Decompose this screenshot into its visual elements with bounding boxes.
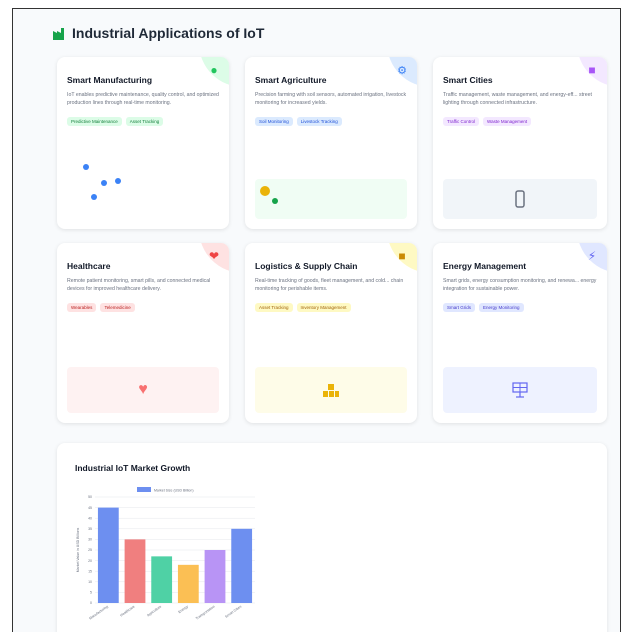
field-visual (255, 179, 407, 219)
chart-title: Industrial IoT Market Growth (75, 463, 191, 473)
legend-swatch (137, 487, 151, 492)
card-tag: Livestock Tracking (296, 117, 342, 126)
card-tag: Inventory Management (296, 303, 351, 312)
card-description: Traffic management, waste management, an… (443, 92, 592, 106)
gear-icon: ● (210, 63, 218, 77)
card-tag: Asset Tracking (255, 303, 293, 312)
x-tick-label: Agriculture (146, 605, 162, 618)
card-tag: Waste Management (483, 117, 532, 126)
card-smart-manufacturing[interactable]: ● Smart Manufacturing IoT enables predic… (57, 57, 229, 229)
y-tick-label: 10 (88, 580, 92, 584)
bar-smart-cities (231, 528, 253, 603)
y-tick-label: 40 (88, 516, 92, 520)
page-header: Industrial Applications of IoT (53, 25, 264, 41)
x-tick-label: Smart Cities (224, 604, 242, 618)
card-tag: Telemedicine (100, 303, 135, 312)
page-frame: Industrial Applications of IoT ● Smart M… (12, 8, 621, 632)
street-visual (443, 179, 597, 219)
y-tick-label: 35 (88, 527, 92, 531)
market-growth-chart: Market Size (USD Billion) 0 5 10 15 20 25 30 35 4… (76, 487, 255, 621)
x-tick-label: Energy (178, 604, 190, 614)
card-description: Precision farming with soil sensors, aut… (255, 92, 407, 106)
health-icon: ❤ (208, 249, 220, 263)
card-title: Energy Management (443, 261, 527, 271)
card-tag: Traffic Control (443, 117, 480, 126)
bolt-icon: ⚡ (587, 249, 597, 263)
card-title: Smart Agriculture (255, 75, 327, 85)
bar-energy (177, 564, 199, 603)
card-tag: Soil Monitoring (255, 117, 293, 126)
card-logistics[interactable]: ■ Logistics & Supply Chain Real-time tra… (245, 243, 417, 423)
traffic-light-icon (515, 190, 525, 208)
y-tick-label: 45 (88, 506, 92, 510)
boxes-visual (255, 367, 407, 413)
market-growth-card: Industrial IoT Market Growth Market Size… (57, 443, 607, 632)
tractor-icon: ⚙ (397, 64, 407, 77)
card-description: Remote patient monitoring, smart pills, … (67, 278, 211, 292)
page-title: Industrial Applications of IoT (72, 25, 265, 41)
network-visual (67, 159, 219, 219)
card-energy-management[interactable]: ⚡ Energy Management Smart grids, energy … (433, 243, 607, 423)
y-tick-label: 50 (88, 495, 92, 499)
network-nodes-icon (83, 164, 121, 200)
y-tick-label: 30 (88, 538, 92, 542)
city-icon: ■ (588, 63, 596, 77)
x-tick-label: Manufacturing (88, 605, 109, 621)
y-axis-label: Market Value in USD Billions (76, 528, 80, 573)
legend-label: Market Size (USD Billion) (154, 489, 193, 493)
heart-icon: ♥ (138, 381, 148, 398)
bar-agriculture (151, 556, 173, 603)
truck-icon: ■ (398, 249, 406, 263)
card-title: Logistics & Supply Chain (255, 261, 358, 271)
card-smart-agriculture[interactable]: ⚙ Smart Agriculture Precision farming wi… (245, 57, 417, 229)
x-tick-label: Transportation (195, 605, 216, 621)
card-tag: Energy Monitoring (479, 303, 524, 312)
card-smart-cities[interactable]: ■ Smart Cities Traffic management, waste… (433, 57, 607, 229)
card-description: Real-time tracking of goods, fleet manag… (255, 278, 404, 292)
y-tick-label: 5 (90, 591, 92, 595)
factory-icon (53, 27, 66, 40)
solar-panel-icon (512, 382, 528, 398)
card-title: Healthcare (67, 261, 111, 271)
card-description: Smart grids, energy consumption monitori… (443, 278, 597, 292)
bar-healthcare (124, 539, 146, 603)
solar-visual (443, 367, 597, 413)
boxes-icon (323, 384, 339, 397)
card-title: Smart Manufacturing (67, 75, 153, 85)
bar-manufacturing (97, 507, 119, 603)
x-tick-label: Healthcare (119, 605, 135, 618)
card-tag: Predictive Maintenance (67, 117, 122, 126)
card-title: Smart Cities (443, 75, 493, 85)
bar-transportation (204, 550, 226, 603)
card-healthcare[interactable]: ❤ Healthcare Remote patient monitoring, … (57, 243, 229, 423)
card-description: IoT enables predictive maintenance, qual… (67, 92, 219, 106)
card-tag: Asset Tracking (125, 117, 164, 126)
card-tag: Smart Grids (443, 303, 476, 312)
heart-visual: ♥ (67, 367, 219, 413)
y-tick-label: 20 (88, 559, 92, 563)
y-tick-label: 25 (88, 548, 92, 552)
sensor-dots-icon (260, 186, 278, 204)
y-tick-label: 15 (88, 569, 92, 573)
card-tag: Wearables (67, 303, 97, 312)
y-tick-label: 0 (90, 601, 92, 605)
